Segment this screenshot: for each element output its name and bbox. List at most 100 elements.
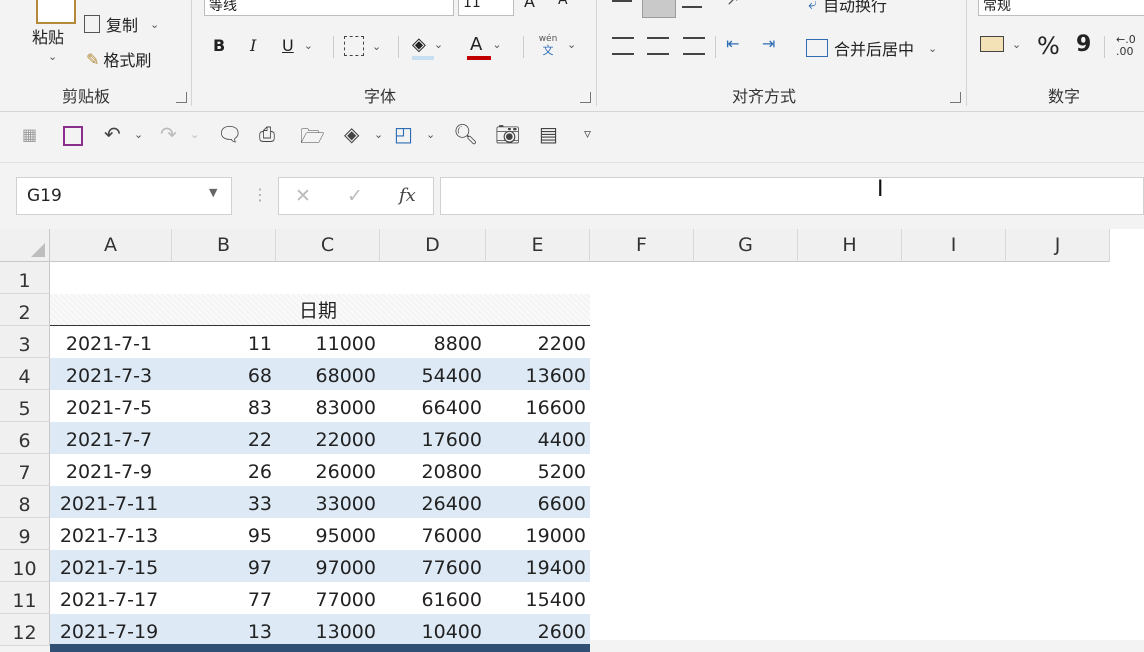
row-header-3[interactable]: 3 — [0, 326, 50, 358]
cell-A9[interactable]: 2021-7-13 — [50, 518, 172, 550]
cell-A11[interactable]: 2021-7-17 — [50, 582, 172, 614]
underline-dropdown-chevron[interactable]: ⌄ — [304, 39, 313, 52]
open-folder-icon[interactable]: 🗁 — [300, 122, 325, 156]
wrap-text-button[interactable]: ⤶ 自动换行 — [808, 0, 887, 16]
name-box-dropdown-icon[interactable]: ▼ — [209, 186, 217, 199]
cell-C4[interactable]: 68000 — [276, 358, 380, 390]
shapes-icon[interactable]: ◰ — [394, 122, 413, 146]
cell-B4[interactable]: 68 — [172, 358, 276, 390]
cell-D9[interactable]: 76000 — [380, 518, 486, 550]
row-header-12[interactable]: 12 — [0, 614, 50, 646]
copy-button[interactable]: 复制 ⌄ — [84, 12, 159, 36]
column-header-H[interactable]: H — [798, 229, 902, 262]
phonetic-dropdown-chevron[interactable]: ⌄ — [567, 38, 576, 51]
number-format-select[interactable]: 常规 — [978, 0, 1144, 16]
save-icon[interactable] — [63, 126, 83, 146]
row-header-10[interactable]: 10 — [0, 550, 50, 582]
row-header-2[interactable]: 2 — [0, 294, 50, 326]
cell-A4[interactable]: 2021-7-3 — [50, 358, 172, 390]
cell-D11[interactable]: 61600 — [380, 582, 486, 614]
increase-decimal-icon[interactable]: ←.0 .00 — [1116, 34, 1136, 58]
borders-dropdown-chevron[interactable]: ⌄ — [372, 40, 381, 53]
top-align-icon[interactable] — [612, 0, 632, 2]
paste-dropdown-chevron[interactable]: ⌄ — [48, 50, 57, 63]
increase-indent-icon[interactable]: ⇥ — [762, 34, 775, 53]
row-header-5[interactable]: 5 — [0, 390, 50, 422]
cell-D4[interactable]: 54400 — [380, 358, 486, 390]
font-launcher-icon[interactable] — [580, 92, 591, 103]
middle-align-button[interactable] — [642, 0, 676, 18]
cell-C8[interactable]: 33000 — [276, 486, 380, 518]
shapes-dropdown-chevron[interactable]: ⌄ — [426, 128, 435, 141]
row-header-8[interactable]: 8 — [0, 486, 50, 518]
format-painter-button[interactable]: ✎ 格式刷 — [86, 47, 151, 71]
row-header-1[interactable]: 1 — [0, 262, 50, 294]
cell-E11[interactable]: 15400 — [486, 582, 590, 614]
fill-color-button[interactable]: ◈ ⌄ — [412, 34, 443, 55]
fill-dropdown-chevron[interactable]: ⌄ — [434, 38, 443, 51]
grow-font-button[interactable]: A — [524, 0, 535, 11]
fill-quick-dropdown-chevron[interactable]: ⌄ — [374, 128, 383, 141]
column-header-C[interactable]: C — [276, 229, 380, 262]
cell-E6[interactable]: 4400 — [486, 422, 590, 454]
align-center-icon[interactable] — [647, 37, 669, 55]
column-header-G[interactable]: G — [694, 229, 798, 262]
column-header-D[interactable]: D — [380, 229, 486, 262]
worksheet-grid[interactable]: ABCDEFGHIJ 1 2 3 4 5 6 7 8 9 10 11 12 日期 2021-7-1 11 1… — [0, 229, 1144, 652]
merge-center-button[interactable]: 合并后居中 ⌄ — [806, 36, 937, 60]
cell-C3[interactable]: 11000 — [276, 326, 380, 358]
cell-D6[interactable]: 17600 — [380, 422, 486, 454]
align-left-icon[interactable] — [612, 37, 634, 55]
print-preview-icon[interactable]: ⎙ — [259, 122, 275, 146]
column-header-F[interactable]: F — [590, 229, 694, 262]
comment-icon[interactable]: 🗨 — [217, 122, 242, 146]
cell-C12[interactable]: 13000 — [276, 614, 380, 646]
cell-A10[interactable]: 2021-7-15 — [50, 550, 172, 582]
accounting-format-button[interactable]: ⌄ — [980, 36, 1021, 52]
formula-input[interactable] — [440, 177, 1144, 215]
cell-A6[interactable]: 2021-7-7 — [50, 422, 172, 454]
paste-button[interactable]: 粘贴 — [32, 24, 64, 48]
calculator-icon[interactable]: ▤ — [539, 122, 558, 146]
cell-A5[interactable]: 2021-7-5 — [50, 390, 172, 422]
italic-button[interactable]: I — [250, 36, 256, 55]
fill-color-quick-icon[interactable]: ◈ — [344, 122, 359, 146]
column-header-J[interactable]: J — [1006, 229, 1110, 262]
cell-E4[interactable]: 13600 — [486, 358, 590, 390]
enter-icon[interactable]: ✓ — [347, 185, 363, 207]
cell-A8[interactable]: 2021-7-11 — [50, 486, 172, 518]
cell-B5[interactable]: 83 — [172, 390, 276, 422]
cell-B8[interactable]: 33 — [172, 486, 276, 518]
number-pad-icon[interactable]: ▦ — [22, 125, 37, 144]
bottom-align-icon[interactable] — [682, 6, 702, 8]
accounting-dropdown-chevron[interactable]: ⌄ — [1012, 38, 1021, 51]
undo-dropdown-chevron[interactable]: ⌄ — [134, 128, 143, 141]
shrink-font-button[interactable]: A — [558, 0, 568, 8]
cell-C5[interactable]: 83000 — [276, 390, 380, 422]
orientation-button[interactable]: ↗ — [726, 0, 739, 9]
font-color-dropdown-chevron[interactable]: ⌄ — [492, 38, 501, 51]
name-box[interactable]: G19 ▼ — [16, 177, 232, 215]
merge-dropdown-chevron[interactable]: ⌄ — [928, 42, 937, 55]
row-header-6[interactable]: 6 — [0, 422, 50, 454]
column-header-A[interactable]: A — [50, 229, 172, 262]
cell-A3[interactable]: 2021-7-1 — [50, 326, 172, 358]
customize-qat-icon[interactable]: ▿ — [584, 126, 591, 142]
table-title-cell[interactable]: 日期 — [50, 294, 590, 326]
cell-A12[interactable]: 2021-7-19 — [50, 614, 172, 646]
phonetic-button[interactable]: wén 文 — [536, 34, 560, 60]
decrease-indent-icon[interactable]: ⇤ — [726, 34, 739, 53]
cell-B12[interactable]: 13 — [172, 614, 276, 646]
cell-E10[interactable]: 19400 — [486, 550, 590, 582]
percent-button[interactable]: % — [1037, 32, 1060, 60]
column-header-B[interactable]: B — [172, 229, 276, 262]
camera-icon[interactable]: 📷︎ — [495, 122, 520, 146]
undo-icon[interactable]: ↶ — [104, 122, 121, 146]
cell-E3[interactable]: 2200 — [486, 326, 590, 358]
cell-E5[interactable]: 16600 — [486, 390, 590, 422]
clipboard-launcher-icon[interactable] — [176, 92, 187, 103]
font-size-select[interactable]: 11 — [458, 0, 514, 16]
row-header-11[interactable]: 11 — [0, 582, 50, 614]
cell-D8[interactable]: 26400 — [380, 486, 486, 518]
font-name-select[interactable]: 等线 — [204, 0, 454, 16]
